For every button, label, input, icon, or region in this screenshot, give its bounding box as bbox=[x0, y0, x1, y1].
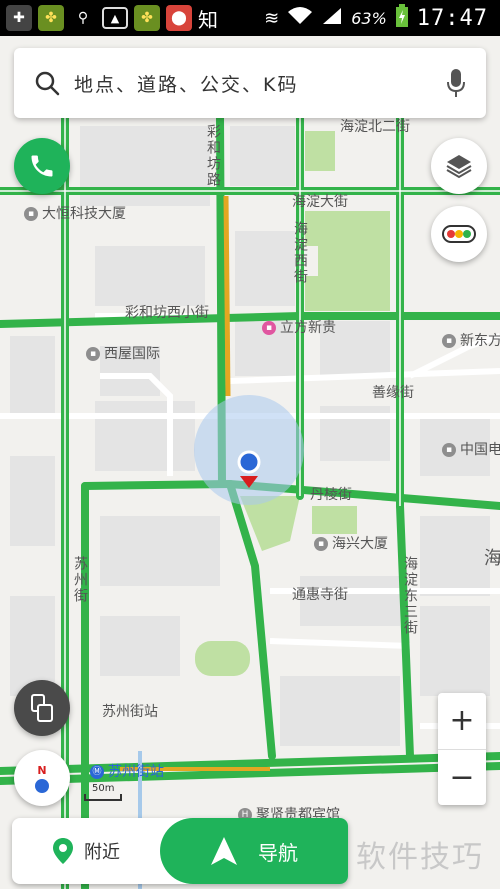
baidu-app-icon: ⬤ bbox=[166, 5, 192, 31]
compass-icon bbox=[35, 778, 49, 793]
area-label: 海 bbox=[484, 548, 500, 569]
shopping-icon: ▪ bbox=[262, 321, 276, 335]
current-location-dot bbox=[237, 450, 261, 474]
bottom-action-bar: 附近 导航 bbox=[12, 818, 348, 884]
signal-icon bbox=[321, 6, 343, 31]
road-label: 海淀西街 bbox=[292, 221, 308, 285]
battery-percent: 63% bbox=[351, 8, 387, 28]
phone-button[interactable] bbox=[14, 138, 70, 194]
building-icon: ▪ bbox=[86, 347, 100, 361]
poi-label[interactable]: ▪ 大恒科技大厦 bbox=[24, 203, 126, 223]
poi-label[interactable]: ▪ 海兴大厦 bbox=[314, 533, 388, 553]
building-icon: ▪ bbox=[314, 537, 328, 551]
watermark-text: 软件技巧 bbox=[356, 840, 484, 875]
compass-button[interactable]: N bbox=[14, 750, 70, 806]
plus-icon: ✚ bbox=[6, 5, 32, 31]
congested-road-segment bbox=[223, 195, 231, 397]
road-label: 海淀大街 bbox=[292, 194, 348, 210]
location-accuracy-circle bbox=[194, 395, 304, 505]
road-label: 善缘街 bbox=[372, 385, 414, 401]
phone-icon bbox=[31, 155, 53, 177]
road-label: 通惠寺街 bbox=[292, 587, 348, 603]
poi-label[interactable]: ▪ 西屋国际 bbox=[86, 343, 160, 363]
poi-label[interactable]: ▪ 中国电 bbox=[442, 439, 500, 459]
panorama-button[interactable] bbox=[14, 680, 70, 736]
poi-label[interactable]: ▪ 立方新贵 bbox=[262, 317, 336, 337]
zhihu-app-icon: 知 bbox=[198, 7, 218, 32]
map-scale: 50m bbox=[84, 783, 122, 801]
scale-label: 50m bbox=[92, 783, 115, 794]
microphone-icon[interactable] bbox=[446, 68, 466, 98]
map-view[interactable]: 海淀北二街 海淀大街 彩和坊路 海淀西街 彩和坊西小街 善缘街 丹棱街 通惠寺街… bbox=[0, 36, 500, 889]
poi-label[interactable]: ▪ 新东方 bbox=[442, 330, 500, 350]
battery-icon bbox=[395, 3, 409, 33]
search-bar[interactable]: 地点、道路、公交、K码 bbox=[14, 48, 486, 118]
search-placeholder: 地点、道路、公交、K码 bbox=[74, 73, 299, 96]
bus-stop-label[interactable]: 苏州街站 bbox=[102, 701, 158, 721]
location-pin-icon bbox=[53, 838, 73, 864]
map-canvas[interactable] bbox=[0, 36, 500, 889]
building-icon: ▪ bbox=[442, 443, 456, 457]
nearby-button[interactable]: 附近 bbox=[12, 818, 160, 884]
navigation-arrow-icon bbox=[211, 837, 237, 865]
traffic-toggle-button[interactable] bbox=[431, 206, 487, 262]
wifi-icon bbox=[287, 6, 313, 31]
image-icon: ▲ bbox=[102, 7, 128, 29]
traffic-light-icon bbox=[442, 225, 476, 243]
layers-button[interactable] bbox=[431, 138, 487, 194]
zoom-in-button[interactable]: + bbox=[438, 693, 486, 749]
nearby-label: 附近 bbox=[84, 842, 120, 863]
road-label: 彩和坊路 bbox=[205, 124, 221, 188]
building-icon: ▪ bbox=[442, 334, 456, 348]
usb-icon: ⚲ bbox=[77, 10, 89, 26]
subway-icon: Ⓜ bbox=[90, 765, 104, 779]
road-label: 彩和坊西小街 bbox=[125, 305, 209, 321]
navigate-button[interactable]: 导航 bbox=[160, 818, 348, 884]
road-label: 丹棱街 bbox=[310, 487, 352, 503]
search-icon bbox=[35, 71, 60, 96]
road-label: 海淀北二街 bbox=[340, 119, 410, 135]
layers-icon bbox=[446, 155, 472, 179]
vibrate-icon: ≋ bbox=[264, 7, 280, 29]
clover-app-icon: ✤ bbox=[38, 5, 64, 31]
clock: 17:47 bbox=[416, 5, 488, 31]
scale-bar bbox=[84, 794, 122, 801]
compass-north-label: N bbox=[37, 763, 47, 777]
zoom-out-button[interactable]: − bbox=[438, 750, 486, 806]
panorama-icon bbox=[31, 694, 53, 722]
navigate-label: 导航 bbox=[258, 840, 298, 865]
road-label: 海淀东三街 bbox=[402, 556, 418, 636]
subway-station-label[interactable]: Ⓜ 苏州街站 bbox=[90, 761, 164, 781]
road-label: 苏州街 bbox=[72, 556, 88, 604]
zoom-controls: + − bbox=[438, 693, 486, 805]
clover-app-icon: ✤ bbox=[134, 5, 160, 31]
status-bar: ✚ ✤ ⚲ ▲ ✤ ⬤ 知 ≋ 63% 17:47 bbox=[0, 0, 500, 36]
building-icon: ▪ bbox=[24, 207, 38, 221]
